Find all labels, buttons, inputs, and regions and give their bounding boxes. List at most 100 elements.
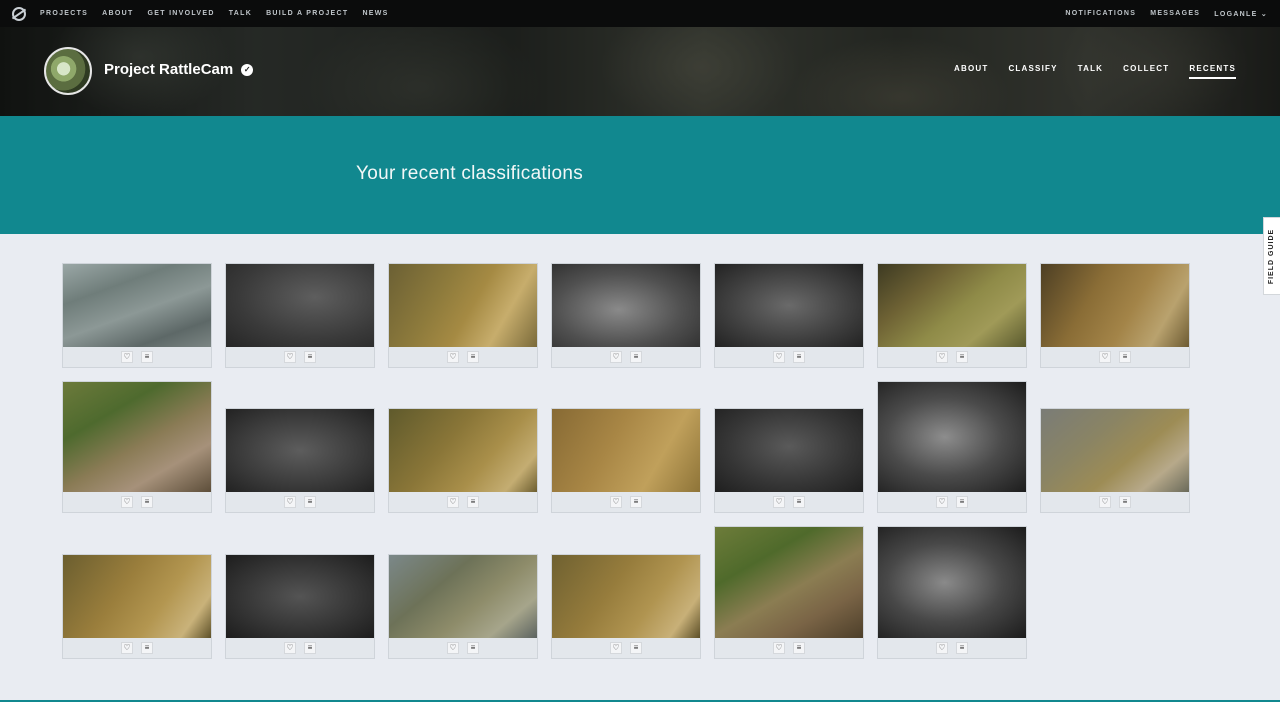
list-icon[interactable]: ≡ [141, 496, 153, 508]
classification-card: ♡ ≡ [62, 381, 212, 513]
list-icon[interactable]: ≡ [630, 496, 642, 508]
project-nav-recents[interactable]: RECENTS [1189, 64, 1236, 79]
heart-icon[interactable]: ♡ [121, 351, 133, 363]
list-icon[interactable]: ≡ [793, 496, 805, 508]
classification-card: ♡ ≡ [877, 526, 1027, 659]
subject-thumbnail[interactable] [226, 409, 374, 492]
heart-icon[interactable]: ♡ [447, 496, 459, 508]
project-nav-classify[interactable]: CLASSIFY [1008, 64, 1057, 79]
card-actions: ♡ ≡ [63, 638, 211, 658]
list-icon[interactable]: ≡ [793, 642, 805, 654]
card-actions: ♡ ≡ [715, 347, 863, 367]
nav-projects[interactable]: PROJECTS [40, 10, 88, 17]
heart-icon[interactable]: ♡ [1099, 496, 1111, 508]
project-avatar[interactable] [44, 47, 92, 95]
subject-thumbnail[interactable] [552, 555, 700, 638]
subject-thumbnail[interactable] [1041, 409, 1189, 492]
heart-icon[interactable]: ♡ [121, 642, 133, 654]
classification-card: ♡ ≡ [877, 381, 1027, 513]
classification-card: ♡ ≡ [714, 263, 864, 368]
list-icon[interactable]: ≡ [956, 496, 968, 508]
heart-icon[interactable]: ♡ [610, 642, 622, 654]
list-icon[interactable]: ≡ [467, 642, 479, 654]
list-icon[interactable]: ≡ [1119, 496, 1131, 508]
list-icon[interactable]: ≡ [141, 351, 153, 363]
heart-icon[interactable]: ♡ [447, 642, 459, 654]
subject-thumbnail[interactable] [226, 555, 374, 638]
heart-icon[interactable]: ♡ [284, 351, 296, 363]
heart-icon[interactable]: ♡ [773, 642, 785, 654]
zooniverse-logo-icon[interactable] [12, 6, 26, 21]
top-nav-left: PROJECTS ABOUT GET INVOLVED TALK BUILD A… [40, 10, 389, 17]
user-menu[interactable]: LOGANLE ⌄ [1214, 10, 1268, 18]
nav-about[interactable]: ABOUT [102, 10, 133, 17]
field-guide-label: FIELD GUIDE [1268, 228, 1276, 284]
subject-thumbnail[interactable] [878, 382, 1026, 492]
heart-icon[interactable]: ♡ [773, 351, 785, 363]
subject-thumbnail[interactable] [63, 264, 211, 347]
subject-thumbnail[interactable] [552, 264, 700, 347]
subject-thumbnail[interactable] [389, 409, 537, 492]
heart-icon[interactable]: ♡ [121, 496, 133, 508]
list-icon[interactable]: ≡ [304, 351, 316, 363]
heart-icon[interactable]: ♡ [610, 351, 622, 363]
list-icon[interactable]: ≡ [304, 496, 316, 508]
project-title[interactable]: Project RattleCam [104, 61, 233, 78]
nav-news[interactable]: NEWS [362, 10, 388, 17]
list-icon[interactable]: ≡ [141, 642, 153, 654]
list-icon[interactable]: ≡ [793, 351, 805, 363]
subject-thumbnail[interactable] [552, 409, 700, 492]
heart-icon[interactable]: ♡ [773, 496, 785, 508]
list-icon[interactable]: ≡ [467, 496, 479, 508]
list-icon[interactable]: ≡ [1119, 351, 1131, 363]
subject-thumbnail[interactable] [715, 527, 863, 638]
card-actions: ♡ ≡ [1041, 347, 1189, 367]
card-actions: ♡ ≡ [226, 347, 374, 367]
nav-build-a-project[interactable]: BUILD A PROJECT [266, 10, 348, 17]
classification-card: ♡ ≡ [551, 263, 701, 368]
heart-icon[interactable]: ♡ [1099, 351, 1111, 363]
nav-talk[interactable]: TALK [229, 10, 252, 17]
card-actions: ♡ ≡ [878, 492, 1026, 512]
subject-thumbnail[interactable] [715, 409, 863, 492]
subject-thumbnail[interactable] [226, 264, 374, 347]
classification-card: ♡ ≡ [1040, 408, 1190, 513]
list-icon[interactable]: ≡ [956, 351, 968, 363]
classification-card: ♡ ≡ [225, 408, 375, 513]
subject-thumbnail[interactable] [878, 264, 1026, 347]
heart-icon[interactable]: ♡ [936, 496, 948, 508]
subject-thumbnail[interactable] [1041, 264, 1189, 347]
subject-thumbnail[interactable] [389, 264, 537, 347]
nav-messages[interactable]: MESSAGES [1150, 10, 1200, 18]
card-actions: ♡ ≡ [389, 492, 537, 512]
card-actions: ♡ ≡ [552, 638, 700, 658]
heart-icon[interactable]: ♡ [936, 351, 948, 363]
heart-icon[interactable]: ♡ [610, 496, 622, 508]
card-actions: ♡ ≡ [389, 347, 537, 367]
page-title: Your recent classifications [356, 163, 584, 184]
classification-card: ♡ ≡ [877, 263, 1027, 368]
classification-card: ♡ ≡ [551, 554, 701, 659]
subject-thumbnail[interactable] [63, 555, 211, 638]
field-guide-tab[interactable]: FIELD GUIDE [1263, 217, 1280, 295]
project-nav-collect[interactable]: COLLECT [1123, 64, 1169, 79]
subject-thumbnail[interactable] [389, 555, 537, 638]
list-icon[interactable]: ≡ [956, 642, 968, 654]
project-nav-about[interactable]: ABOUT [954, 64, 988, 79]
list-icon[interactable]: ≡ [630, 642, 642, 654]
project-nav: ABOUT CLASSIFY TALK COLLECT RECENTS [954, 64, 1236, 79]
classification-card: ♡ ≡ [388, 408, 538, 513]
nav-get-involved[interactable]: GET INVOLVED [148, 10, 215, 17]
subject-thumbnail[interactable] [715, 264, 863, 347]
heart-icon[interactable]: ♡ [284, 496, 296, 508]
list-icon[interactable]: ≡ [467, 351, 479, 363]
list-icon[interactable]: ≡ [304, 642, 316, 654]
list-icon[interactable]: ≡ [630, 351, 642, 363]
heart-icon[interactable]: ♡ [284, 642, 296, 654]
subject-thumbnail[interactable] [878, 527, 1026, 638]
heart-icon[interactable]: ♡ [936, 642, 948, 654]
nav-notifications[interactable]: NOTIFICATIONS [1065, 10, 1136, 18]
subject-thumbnail[interactable] [63, 382, 211, 492]
heart-icon[interactable]: ♡ [447, 351, 459, 363]
project-nav-talk[interactable]: TALK [1078, 64, 1104, 79]
